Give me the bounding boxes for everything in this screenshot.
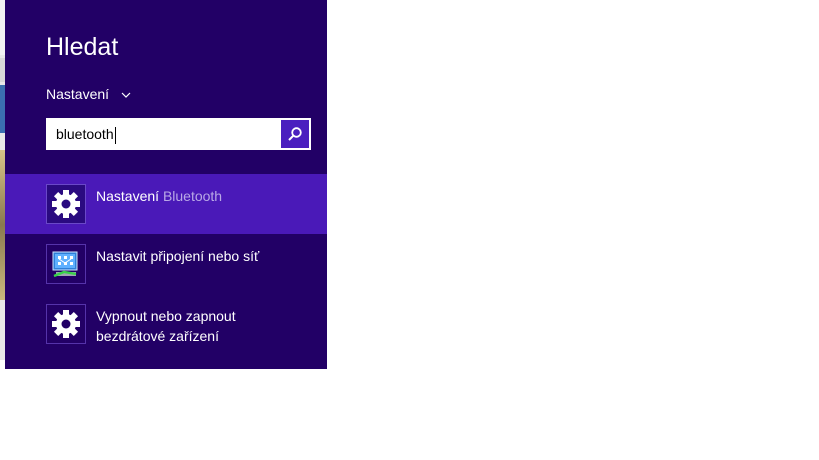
- result-label-line: bezdrátové zařízení: [96, 328, 219, 344]
- result-icon-tile: [46, 244, 86, 284]
- result-icon-tile: [46, 304, 86, 344]
- result-label: Nastavit připojení nebo síť: [96, 248, 260, 264]
- search-query-text: bluetooth: [56, 126, 114, 142]
- result-label: Nastavení Bluetooth: [96, 186, 316, 206]
- search-icon: [288, 127, 302, 141]
- search-scope-dropdown[interactable]: Nastavení: [46, 86, 131, 102]
- result-icon-tile: [46, 184, 86, 224]
- result-bluetooth-settings[interactable]: Nastavení Bluetooth: [5, 174, 327, 234]
- chevron-down-icon: [121, 92, 131, 99]
- result-label: Vypnout nebo zapnout bezdrátové zařízení: [96, 306, 316, 346]
- text-caret: [114, 126, 116, 144]
- search-results-list: Nastavení Bluetooth Nastavit připojení n…: [5, 174, 327, 354]
- pane-title: Hledat: [46, 33, 119, 61]
- search-box: bluetooth: [46, 118, 311, 150]
- search-input[interactable]: bluetooth: [47, 119, 280, 149]
- result-wireless-toggle[interactable]: Vypnout nebo zapnout bezdrátové zařízení: [5, 294, 327, 354]
- result-label-text: Nastavení: [96, 188, 160, 204]
- gear-icon: [52, 190, 80, 218]
- search-button[interactable]: [281, 120, 309, 148]
- scope-label: Nastavení: [46, 86, 110, 102]
- result-label-highlight: Bluetooth: [162, 188, 223, 204]
- network-setup-icon: [52, 251, 78, 278]
- gear-icon: [52, 310, 80, 338]
- result-network-setup[interactable]: Nastavit připojení nebo síť: [5, 234, 327, 294]
- search-charm-pane: Hledat Nastavení bluetooth Nastavení Blu…: [5, 0, 327, 369]
- result-label-line: Vypnout nebo zapnout: [96, 308, 236, 324]
